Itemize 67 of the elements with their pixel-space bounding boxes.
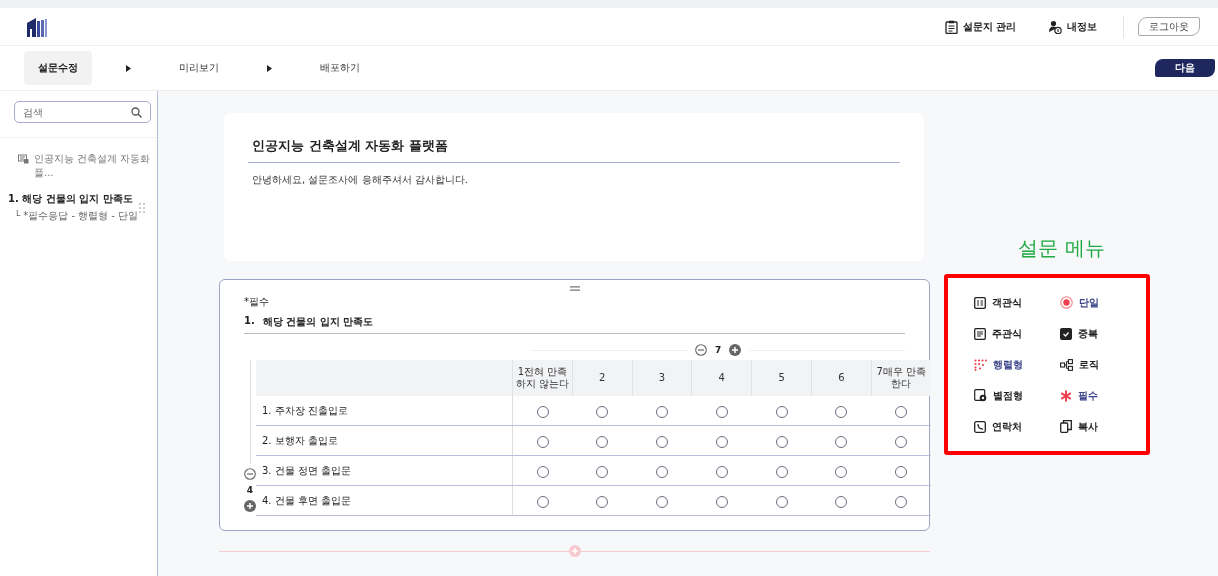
next-button[interactable]: 다음	[1155, 59, 1215, 77]
step-tab[interactable]: 설문수정	[24, 51, 92, 85]
column-header: 3	[632, 360, 692, 396]
asterisk-icon	[1059, 389, 1072, 402]
menu-item[interactable]: 행렬형	[973, 354, 1060, 375]
minus-icon	[244, 468, 256, 480]
required-label: *필수	[244, 295, 270, 309]
plus-icon	[729, 344, 742, 356]
question-title: 1. 해당 건물의 입지 만족도	[8, 192, 134, 206]
question-item[interactable]: 1. 해당 건물의 입지 만족도 └ *필수응답 - 행렬형 - 단일	[4, 190, 151, 225]
plus-icon	[244, 500, 256, 512]
question-title: 해당 건물의 입지 만족도	[262, 315, 374, 329]
logout-button[interactable]: 로그아웃	[1138, 17, 1200, 36]
column-header: 1전혀 만족하지 않는다	[512, 360, 573, 396]
column-header: 2	[572, 360, 633, 396]
search-icon	[131, 107, 142, 118]
step-tab[interactable]: 배포하기	[306, 51, 374, 85]
menu-item[interactable]: 객관식	[973, 292, 1060, 313]
nav-link[interactable]: 내정보	[1048, 19, 1097, 34]
question-meta: └ *필수응답 - 행렬형 - 단일	[14, 209, 139, 223]
user-icon	[1048, 19, 1062, 34]
column-header: 5	[751, 360, 812, 396]
column-header: 6	[811, 360, 872, 396]
phone-icon	[973, 420, 986, 433]
step-tab[interactable]: 미리보기	[165, 51, 233, 85]
menu-item[interactable]: 필수	[1059, 385, 1146, 406]
survey-icon	[18, 154, 29, 164]
remove-row-button[interactable]	[244, 468, 256, 480]
column-header: 7매우 만족한다	[871, 360, 931, 396]
caret-icon	[267, 64, 272, 72]
menu-item[interactable]: 연락처	[973, 416, 1060, 437]
caret-icon	[126, 64, 131, 72]
checkbox-icon	[1059, 327, 1072, 340]
menu-item[interactable]: 복사	[1059, 416, 1146, 437]
minus-icon	[694, 344, 707, 356]
row-label: 4. 건물 후면 출입문	[256, 485, 513, 516]
row-count: 4	[246, 485, 254, 495]
list-icon	[973, 296, 986, 309]
column-header: 4	[691, 360, 752, 396]
clipboard-icon	[944, 19, 958, 34]
drag-handle-icon	[569, 286, 580, 291]
survey-title: 인공지능 건축설계 자동화 플...	[34, 152, 151, 180]
flow-icon	[1059, 358, 1073, 371]
remove-column-button[interactable]	[694, 344, 707, 356]
survey-heading: 인공지능 건축설계 자동화 플랫폼	[248, 137, 900, 163]
menu-item[interactable]: 별점형	[973, 385, 1060, 406]
drag-handle-icon	[139, 202, 145, 213]
survey-description: 안녕하세요, 설문조사에 응해주셔서 감사합니다.	[252, 173, 469, 187]
radio-icon	[1059, 296, 1073, 309]
add-row-button[interactable]	[244, 500, 256, 512]
column-count: 7	[714, 345, 722, 355]
menu-item[interactable]: 주관식	[973, 323, 1060, 344]
row-label: 2. 보행자 출입로	[256, 425, 513, 456]
search-field[interactable]: 검색	[14, 101, 151, 123]
question-number: 1.	[244, 315, 255, 328]
menu-item[interactable]: 단일	[1059, 292, 1146, 313]
menu-item[interactable]: 로직	[1059, 354, 1146, 375]
row-label: 3. 건물 정면 출입문	[256, 455, 513, 486]
calendar-gear-icon	[973, 389, 987, 402]
dots-grid-icon	[973, 358, 987, 371]
annotation-label: 설문 메뉴	[1018, 235, 1105, 262]
menu-item[interactable]: 중복	[1059, 323, 1146, 344]
copy-icon	[1059, 420, 1072, 433]
nav-link[interactable]: 설문지 관리	[944, 19, 1016, 34]
add-column-button[interactable]	[729, 344, 742, 356]
document-icon	[973, 327, 986, 340]
row-label: 1. 주차장 진출입로	[256, 396, 513, 426]
